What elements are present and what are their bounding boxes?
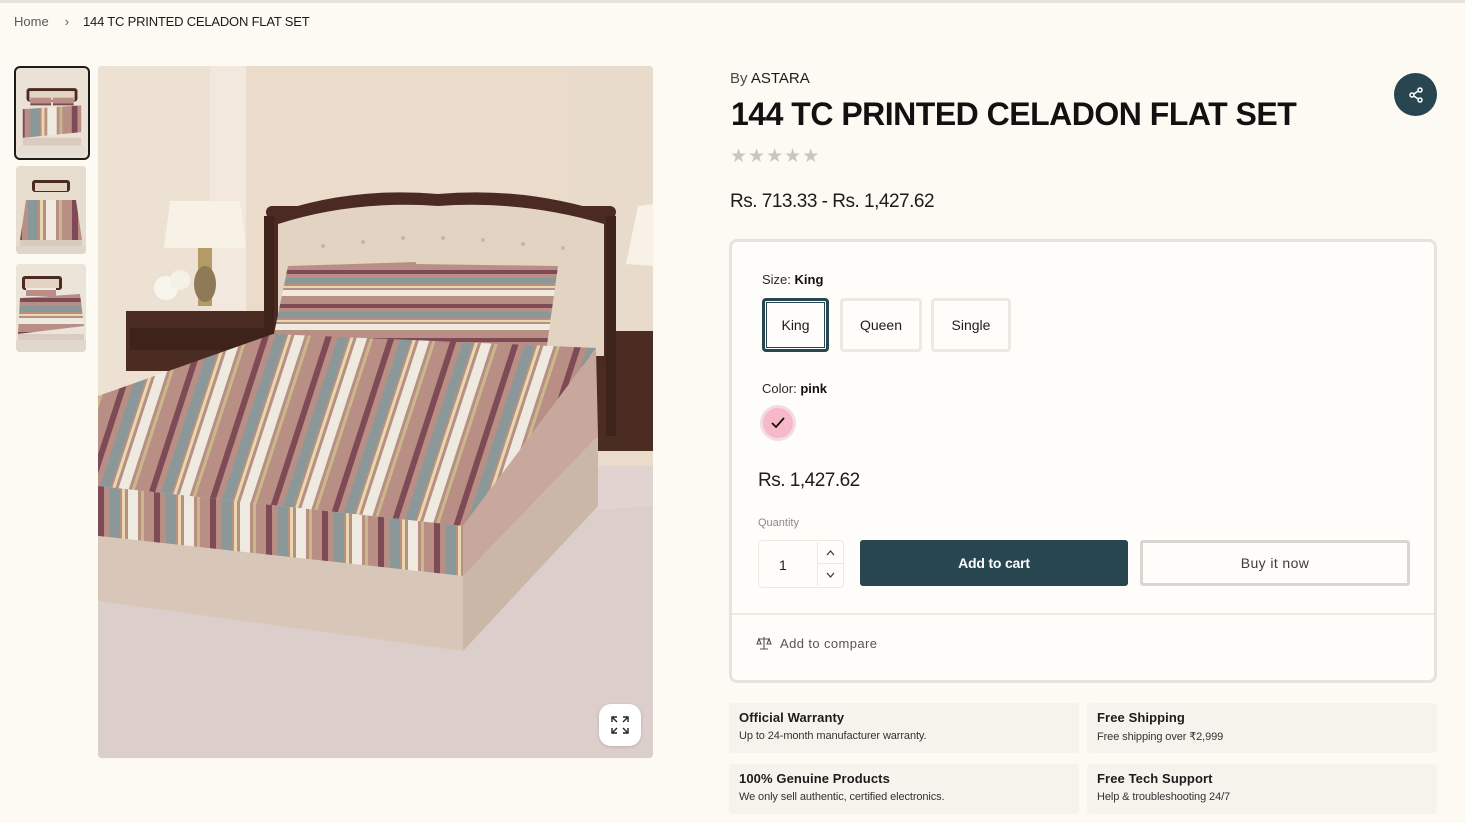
color-selected-value: pink bbox=[800, 381, 828, 396]
quantity-input[interactable]: 1 bbox=[779, 557, 787, 573]
feature-card-support: Free Tech Support Help & troubleshooting… bbox=[1087, 764, 1437, 814]
breadcrumb-current: 144 TC PRINTED CELADON FLAT SET bbox=[83, 14, 310, 29]
share-icon bbox=[1408, 86, 1423, 103]
breadcrumb: Home › 144 TC PRINTED CELADON FLAT SET bbox=[14, 14, 310, 29]
feature-card-shipping: Free Shipping Free shipping over ₹2,999 bbox=[1087, 703, 1437, 753]
quantity-increase-button[interactable] bbox=[817, 542, 843, 564]
add-to-compare-label: Add to compare bbox=[780, 635, 878, 651]
product-title: 144 TC PRINTED CELADON FLAT SET bbox=[731, 96, 1297, 132]
star-icon: ★ bbox=[784, 146, 802, 167]
feature-card-warranty: Official Warranty Up to 24-month manufac… bbox=[729, 703, 1079, 753]
add-to-cart-button[interactable]: Add to cart bbox=[860, 540, 1128, 586]
vendor-prefix: By bbox=[730, 70, 748, 87]
size-option-label: Size: King bbox=[762, 272, 823, 287]
color-option-label: Color: pink bbox=[762, 381, 827, 396]
star-icon: ★ bbox=[802, 146, 820, 167]
size-option-single[interactable]: Single bbox=[931, 298, 1011, 352]
feature-title: Free Tech Support bbox=[1097, 771, 1213, 786]
color-label-text: Color: bbox=[762, 381, 797, 396]
thumbnail-2[interactable] bbox=[16, 166, 86, 254]
buy-now-button[interactable]: Buy it now bbox=[1140, 540, 1410, 586]
chevron-up-icon bbox=[826, 549, 835, 555]
check-icon bbox=[771, 417, 785, 429]
bed-photo bbox=[98, 66, 653, 758]
feature-desc: Free shipping over ₹2,999 bbox=[1097, 731, 1224, 743]
zoom-button[interactable] bbox=[599, 704, 641, 746]
thumbnail-gallery bbox=[14, 66, 90, 362]
chevron-right-icon: › bbox=[64, 14, 70, 29]
rating-stars: ★ ★ ★ ★ ★ bbox=[730, 146, 820, 167]
main-product-image[interactable] bbox=[98, 66, 653, 758]
quantity-decrease-button[interactable] bbox=[817, 564, 843, 586]
feature-title: Official Warranty bbox=[739, 710, 845, 725]
share-button[interactable] bbox=[1394, 73, 1437, 116]
star-icon: ★ bbox=[748, 146, 766, 167]
star-icon: ★ bbox=[766, 146, 784, 167]
feature-card-genuine: 100% Genuine Products We only sell authe… bbox=[729, 764, 1079, 814]
product-vendor: By ASTARA bbox=[730, 70, 810, 87]
size-selected-value: King bbox=[794, 272, 824, 287]
scale-icon bbox=[756, 637, 772, 650]
quantity-label: Quantity bbox=[758, 517, 799, 529]
feature-desc: Up to 24-month manufacturer warranty. bbox=[739, 730, 927, 742]
feature-title: Free Shipping bbox=[1097, 710, 1185, 725]
add-to-compare-button[interactable]: Add to compare bbox=[756, 635, 877, 651]
vendor-name[interactable]: ASTARA bbox=[751, 70, 810, 87]
feature-desc: Help & troubleshooting 24/7 bbox=[1097, 791, 1231, 803]
color-swatch-pink[interactable] bbox=[760, 405, 796, 441]
product-form-panel: Size: King King Queen Single Color: pink… bbox=[729, 239, 1437, 683]
expand-icon bbox=[611, 716, 629, 734]
breadcrumb-home-link[interactable]: Home bbox=[14, 14, 49, 29]
price-range: Rs. 713.33 - Rs. 1,427.62 bbox=[730, 191, 935, 212]
size-option-king[interactable]: King bbox=[762, 298, 829, 352]
panel-divider bbox=[732, 613, 1434, 615]
thumbnail-3[interactable] bbox=[16, 264, 86, 352]
feature-desc: We only sell authentic, certified electr… bbox=[739, 791, 945, 803]
current-price: Rs. 1,427.62 bbox=[758, 470, 860, 491]
feature-title: 100% Genuine Products bbox=[739, 771, 890, 786]
quantity-stepper: 1 bbox=[758, 540, 844, 588]
chevron-down-icon bbox=[826, 572, 835, 578]
size-option-queen[interactable]: Queen bbox=[840, 298, 922, 352]
size-label-text: Size: bbox=[762, 272, 791, 287]
star-icon: ★ bbox=[730, 146, 748, 167]
thumbnail-1[interactable] bbox=[14, 66, 90, 160]
top-border bbox=[0, 0, 1465, 3]
